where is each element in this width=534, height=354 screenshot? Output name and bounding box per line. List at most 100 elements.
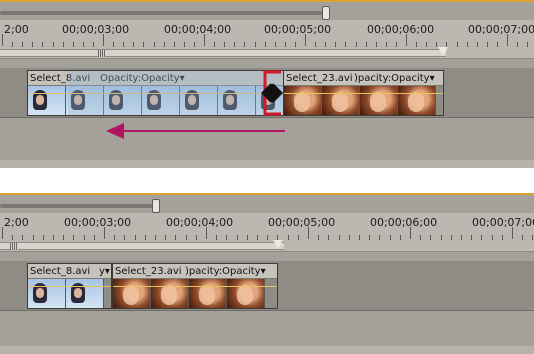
timecode-label: 00;00;05;00 (268, 216, 336, 229)
ruler-tick (450, 235, 452, 240)
ruler-tick (395, 42, 397, 47)
work-area-bar[interactable] (0, 47, 448, 57)
ruler-tick (53, 235, 54, 240)
ruler-tick (73, 235, 75, 240)
track-bottom-bar (0, 160, 534, 168)
ruler-tick (385, 42, 387, 47)
ruler-tick (507, 34, 508, 46)
ruler-tick (2, 34, 3, 46)
ruler-tick (236, 235, 238, 240)
ruler-tick (204, 34, 205, 46)
clip-select-23[interactable]: Select_23.avi )pacity:Opacity▾ (112, 263, 278, 309)
opacity-line[interactable] (284, 93, 443, 94)
ruler-tick (234, 42, 236, 47)
zoom-handle[interactable] (322, 6, 330, 20)
ruler-tick (216, 235, 218, 240)
frame-thumbnail (360, 86, 398, 115)
ruler-tick (114, 235, 116, 240)
ruler-tick (92, 42, 94, 47)
ruler-tick (254, 42, 256, 47)
ruler-tick (430, 235, 432, 240)
ruler-tick (264, 42, 266, 47)
ripple-selection-overlay (68, 71, 284, 115)
ruler-tick (113, 42, 115, 47)
ruler-tick (82, 42, 84, 47)
ruler-tick (486, 42, 488, 47)
ruler-tick (471, 235, 473, 240)
opacity-menu[interactable]: )pacity:Opacity▾ (354, 71, 435, 85)
ruler-tick (517, 42, 519, 47)
clip-select-23[interactable]: Select_23.avi )pacity:Opacity▾ (283, 70, 444, 116)
clip-select-8[interactable]: Select_8.avi Opacity:Opacity▾ (27, 70, 285, 116)
ruler-tick (389, 235, 391, 240)
video-track: Select_8.avi y▾ Select_23.avi )pacity:Op… (0, 261, 534, 311)
zoom-scrollbar[interactable] (0, 6, 330, 20)
ruler-tick (123, 42, 125, 47)
timeline-panel-before: 2;00 00;00;03;00 00;00;04;00 00;00;05;00… (0, 0, 534, 168)
timecode-label: 00;00;05;00 (264, 23, 332, 36)
opacity-line[interactable] (113, 286, 277, 287)
ruler-tick (62, 42, 64, 47)
track-bottom-bar (0, 346, 534, 354)
clip-select-8[interactable]: Select_8.avi y▾ (27, 263, 112, 309)
work-area-end-marker[interactable] (438, 47, 448, 56)
timecode-label: 00;00;07;00 (472, 216, 534, 229)
ruler-tick (224, 42, 226, 47)
ruler-tick (42, 235, 44, 240)
ruler-tick (32, 235, 34, 240)
ruler-tick (226, 235, 228, 240)
timecode-label: 00;00;06;00 (370, 216, 438, 229)
frame-thumbnail (322, 86, 360, 115)
time-ruler[interactable]: 2;00 00;00;03;00 00;00;04;00 00;00;05;00… (0, 20, 534, 59)
clip-name: Select_23.avi (115, 266, 182, 277)
ruler-tick (416, 42, 418, 47)
timeline-panel-after: 2;00 00;00;03;00 00;00;04;00 00;00;05;00… (0, 193, 534, 354)
ruler-tick (83, 235, 85, 240)
opacity-menu[interactable]: y▾ (99, 264, 110, 278)
ruler-tick (133, 42, 135, 47)
frame-thumbnail (284, 86, 322, 115)
ruler-tick (143, 42, 145, 47)
ruler-tick (355, 42, 357, 47)
zoom-handle[interactable] (152, 199, 160, 213)
ruler-tick (173, 42, 175, 47)
ruler-tick (206, 227, 207, 239)
ruler-tick (294, 42, 296, 47)
ruler-tick (318, 235, 320, 240)
timecode-label: 00;00;07;00 (468, 23, 534, 36)
work-area-end-marker[interactable] (273, 240, 283, 249)
ruler-tick (328, 235, 330, 240)
ruler-tick (153, 42, 155, 47)
opacity-line[interactable] (28, 286, 111, 287)
ripple-edit-tool-icon (261, 70, 283, 116)
ruler-tick (375, 42, 377, 47)
ruler-tick (325, 42, 327, 47)
ruler-tick (103, 34, 104, 46)
ruler-tick (379, 235, 381, 240)
timecode-label: 00;00;03;00 (62, 23, 130, 36)
ruler-tick (461, 235, 462, 240)
frame-thumbnail (28, 86, 66, 115)
zoom-scrollbar[interactable] (0, 199, 160, 213)
chevron-down-icon: ▾ (104, 266, 110, 277)
ruler-tick (195, 235, 197, 240)
ruler-tick (440, 235, 442, 240)
opacity-menu[interactable]: )pacity:Opacity▾ (185, 264, 266, 278)
ruler-tick (246, 235, 248, 240)
ruler-tick (175, 235, 177, 240)
clip-name: Select_8.avi (30, 266, 91, 277)
clip-name: Select_23.avi (286, 73, 353, 84)
timeline-top-border (0, 0, 534, 2)
ruler-tick (63, 235, 65, 240)
ruler-tick (72, 42, 74, 47)
ruler-tick (52, 42, 54, 47)
ruler-tick (315, 42, 317, 47)
ruler-tick (163, 42, 165, 47)
work-area-bar[interactable] (0, 240, 284, 250)
drag-direction-line (118, 130, 285, 132)
time-ruler[interactable]: 2;00 00;00;03;00 00;00;04;00 00;00;05;00… (0, 213, 534, 252)
ruler-tick (348, 235, 350, 240)
ruler-tick (165, 235, 167, 240)
ruler-tick (399, 235, 401, 240)
frame-thumbnail (189, 279, 227, 308)
